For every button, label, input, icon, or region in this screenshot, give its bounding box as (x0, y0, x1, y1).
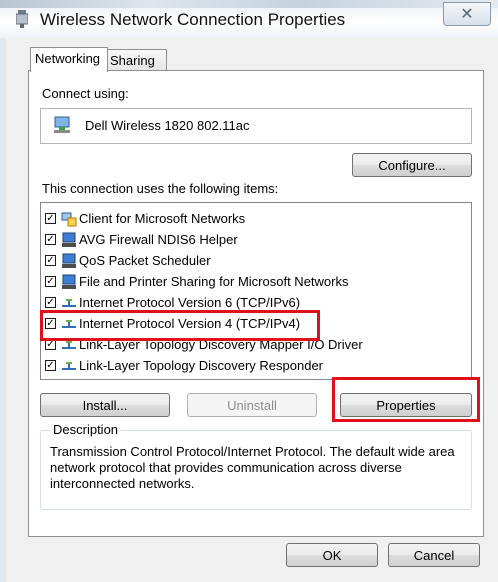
item-checkbox[interactable]: ✓ (45, 276, 56, 287)
title-bar: Wireless Network Connection Properties ✕ (0, 0, 498, 38)
window-left-frame (0, 38, 6, 582)
client-network-icon (61, 212, 77, 227)
service-icon (62, 274, 76, 289)
item-label: AVG Firewall NDIS6 Helper (79, 232, 238, 247)
connect-using-label: Connect using: (42, 86, 129, 101)
window-title: Wireless Network Connection Properties (40, 10, 346, 29)
uninstall-button[interactable]: Uninstall (187, 393, 317, 417)
list-item[interactable]: ✓ Client for Microsoft Networks (41, 209, 469, 229)
close-button[interactable]: ✕ (443, 2, 491, 26)
network-adapter-icon (54, 116, 70, 133)
item-checkbox[interactable]: ✓ (45, 255, 56, 266)
highlight-properties (332, 377, 480, 422)
item-label: File and Printer Sharing for Microsoft N… (79, 274, 349, 289)
title-bar-top-strip (0, 0, 498, 8)
item-label: Link-Layer Topology Discovery Responder (79, 358, 323, 373)
list-item[interactable]: ✓ QoS Packet Scheduler (41, 251, 469, 271)
configure-button[interactable]: Configure... (352, 153, 472, 177)
items-label: This connection uses the following items… (42, 181, 279, 196)
items-list[interactable]: ✓ Client for Microsoft Networks ✓ AVG Fi… (40, 202, 472, 380)
cancel-button[interactable]: Cancel (388, 543, 480, 567)
item-checkbox[interactable]: ✓ (45, 213, 56, 224)
service-icon (62, 253, 76, 268)
close-icon: ✕ (460, 6, 474, 23)
protocol-icon (62, 362, 76, 370)
list-item[interactable]: ✓ Link-Layer Topology Discovery Responde… (41, 356, 469, 376)
tab-sharing[interactable]: Sharing (105, 49, 167, 71)
item-checkbox[interactable]: ✓ (45, 234, 56, 245)
description-text: Transmission Control Protocol/Internet P… (50, 444, 455, 491)
list-item[interactable]: ✓ File and Printer Sharing for Microsoft… (41, 272, 469, 292)
item-label: Internet Protocol Version 6 (TCP/IPv6) (79, 295, 301, 310)
highlight-ipv4 (40, 310, 320, 341)
network-adapter-title-icon (16, 10, 28, 28)
protocol-icon (62, 299, 76, 307)
ok-button[interactable]: OK (286, 543, 378, 567)
item-checkbox[interactable]: ✓ (45, 297, 56, 308)
adapter-name: Dell Wireless 1820 802.11ac (85, 118, 250, 133)
list-item[interactable]: ✓ AVG Firewall NDIS6 Helper (41, 230, 469, 250)
install-button[interactable]: Install... (40, 393, 170, 417)
item-label: Client for Microsoft Networks (79, 211, 246, 226)
item-label: QoS Packet Scheduler (79, 253, 211, 268)
description-title: Description (50, 422, 122, 437)
adapter-box: Dell Wireless 1820 802.11ac (40, 108, 472, 144)
item-checkbox[interactable]: ✓ (45, 360, 56, 371)
tab-networking[interactable]: Networking (30, 47, 108, 72)
service-icon (62, 232, 76, 247)
